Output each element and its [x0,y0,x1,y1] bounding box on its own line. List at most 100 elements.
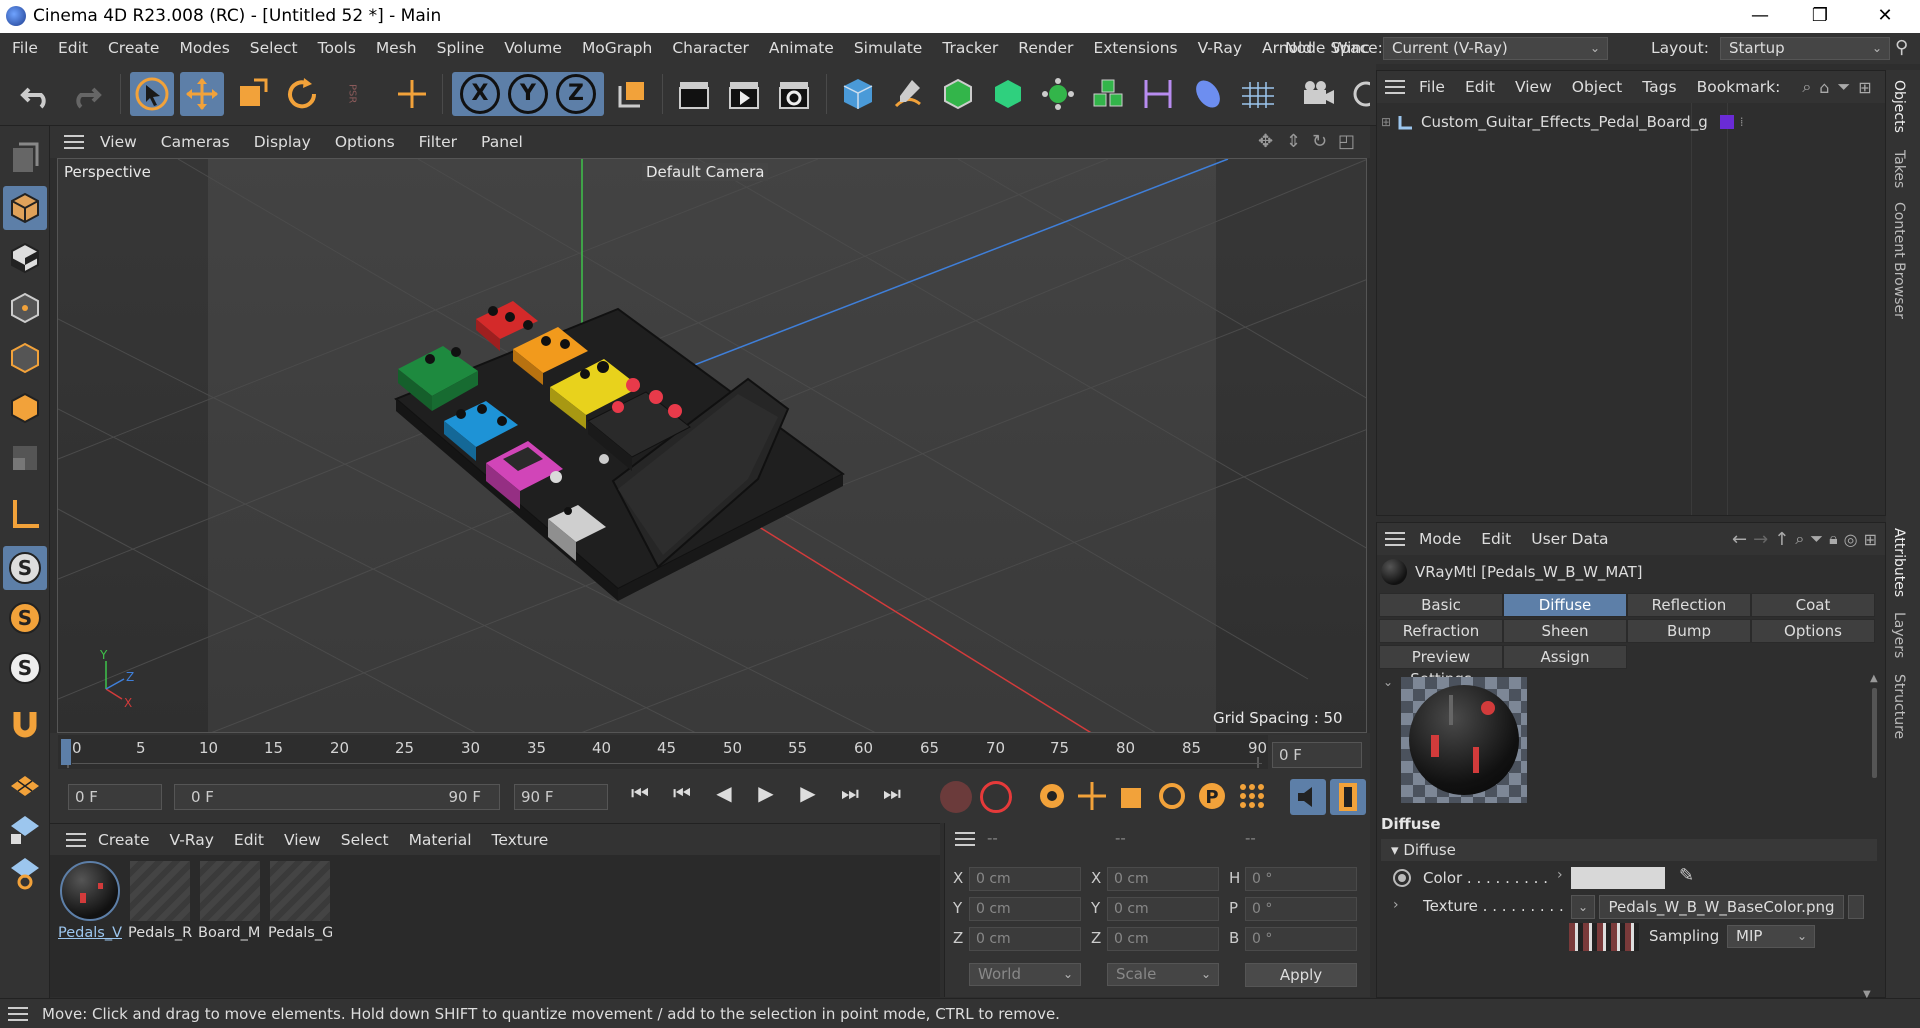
go-to-start-button[interactable]: ⏮ [622,781,658,805]
menu-tools[interactable]: Tools [308,33,366,64]
status-menu-icon[interactable] [8,1007,28,1021]
rotation-key-icon[interactable] [1155,779,1189,813]
tab-preview-settings[interactable]: Preview Settings [1379,645,1503,688]
workplane-rotate-button[interactable] [3,850,47,894]
new-window-icon[interactable]: ⊞ [1858,78,1871,97]
viewport-menu-icon[interactable] [64,135,84,149]
snap-enable-button[interactable]: S [3,546,47,590]
3d-viewport[interactable]: Y X Z Perspective Default Camera Grid Sp… [57,158,1367,733]
side-tab-structure[interactable]: Structure [1891,674,1907,739]
color-animate-toggle[interactable] [1393,869,1411,887]
menu-simulate[interactable]: Simulate [844,33,933,64]
size-y-field[interactable]: 0 cm [1107,897,1219,921]
apply-button[interactable]: Apply [1245,963,1357,987]
forward-arrow-icon[interactable]: → [1753,529,1768,550]
tab-basic[interactable]: Basic [1379,593,1503,617]
filter-icon[interactable]: ⏷ [1837,77,1850,97]
material-preview[interactable] [1401,677,1527,803]
next-key-button[interactable]: ⏭ [832,781,868,805]
material-menu-material[interactable]: Material [399,824,482,856]
material-menu-select[interactable]: Select [331,824,399,856]
viewport-menu-view[interactable]: View [88,126,149,158]
minimize-button[interactable]: — [1730,0,1790,33]
position-z-field[interactable]: 0 cm [969,927,1081,951]
side-tab-objects[interactable]: Objects [1891,80,1907,133]
cube-primitive-button[interactable] [836,72,880,116]
parameter-key-icon[interactable]: P [1195,779,1229,813]
texture-mode-button[interactable] [3,236,47,280]
object-menu-icon[interactable] [1385,80,1405,94]
locked-workplane-button[interactable] [3,806,47,850]
record-active-objects-button[interactable] [940,781,972,813]
mograph-cloner-button[interactable] [1036,72,1080,116]
move-tool-button[interactable] [180,72,224,116]
size-mode-dropdown[interactable]: Scale ⌄ [1107,963,1219,986]
viewport-zoom-icon[interactable]: ⇕ [1286,131,1301,152]
object-menu-bookmarks[interactable]: Bookmark: [1687,71,1791,103]
tab-assign[interactable]: Assign [1503,645,1627,669]
viewport-menu-options[interactable]: Options [323,126,407,158]
scale-key-icon[interactable] [1115,779,1149,813]
object-menu-object[interactable]: Object [1562,71,1632,103]
material-item[interactable]: Pedals_G [268,861,332,941]
add-transform-button[interactable] [390,72,434,116]
soft-selection-button[interactable]: S [3,646,47,690]
material-menu-icon[interactable] [66,833,86,847]
menu-create[interactable]: Create [98,33,170,64]
x-axis-lock-button[interactable]: X [460,74,500,114]
tab-coat[interactable]: Coat [1751,593,1875,617]
psr-button[interactable]: PSR [330,72,374,116]
spline-pen-button[interactable] [886,72,930,116]
viewport-menu-cameras[interactable]: Cameras [149,126,242,158]
axis-mode-button[interactable] [3,492,47,536]
menu-render[interactable]: Render [1008,33,1083,64]
end-frame-field[interactable]: 90 F [514,784,608,810]
tab-diffuse[interactable]: Diffuse [1503,593,1627,617]
texture-menu-button[interactable]: ⌄ [1571,895,1595,919]
z-axis-lock-button[interactable]: Z [556,74,596,114]
rotation-b-field[interactable]: 0 ° [1245,927,1357,951]
home-icon[interactable]: ⌂ [1819,78,1829,97]
sound-button[interactable] [1290,779,1326,815]
size-x-field[interactable]: 0 cm [1107,867,1219,891]
object-menu-file[interactable]: File [1409,71,1455,103]
object-layer-color[interactable] [1719,115,1734,129]
tab-options[interactable]: Options [1751,619,1875,643]
viewport-menu-panel[interactable]: Panel [469,126,535,158]
go-to-end-button[interactable]: ⏭ [874,781,910,805]
search-icon[interactable]: ⌕ [1795,529,1804,549]
viewport-pan-icon[interactable]: ✥ [1258,131,1273,152]
texture-expand-icon[interactable]: › [1393,897,1399,913]
position-key-icon[interactable] [1075,779,1109,813]
object-menu-tags[interactable]: Tags [1632,71,1686,103]
array-button[interactable] [1086,72,1130,116]
material-item[interactable]: Board_M [198,861,262,941]
back-arrow-icon[interactable]: ← [1732,529,1747,550]
material-menu-texture[interactable]: Texture [482,824,559,856]
keyframe-selection-icon[interactable] [1035,779,1069,813]
material-item[interactable]: Pedals_R [128,861,192,941]
material-item[interactable]: Pedals_V [58,861,122,941]
tab-reflection[interactable]: Reflection [1627,593,1751,617]
menu-mesh[interactable]: Mesh [366,33,427,64]
film-strip-button[interactable] [1330,779,1366,815]
tab-bump[interactable]: Bump [1627,619,1751,643]
menu-character[interactable]: Character [662,33,759,64]
viewport-maximize-icon[interactable]: ◰ [1338,131,1355,152]
material-menu-edit[interactable]: Edit [224,824,274,856]
rotation-p-field[interactable]: 0 ° [1245,897,1357,921]
side-tab-layers[interactable]: Layers [1891,612,1907,658]
scroll-up-icon[interactable]: ▲ [1870,673,1878,684]
subdivision-surface-button[interactable] [936,72,980,116]
pla-key-icon[interactable] [1235,779,1269,813]
menu-modes[interactable]: Modes [169,33,239,64]
menu-file[interactable]: File [2,33,48,64]
attribute-menu-edit[interactable]: Edit [1471,530,1521,548]
collapse-preview-icon[interactable]: ⌄ [1383,675,1393,689]
frame-range-slider[interactable]: 0 F 90 F [174,784,500,810]
model-mode-button[interactable] [3,186,47,230]
node-space-dropdown[interactable]: Current (V-Ray) ⌄ [1383,37,1608,60]
pin-icon[interactable]: ⚲ [1895,37,1908,58]
light-button[interactable] [1346,72,1374,116]
restore-button[interactable]: ❐ [1790,0,1850,33]
